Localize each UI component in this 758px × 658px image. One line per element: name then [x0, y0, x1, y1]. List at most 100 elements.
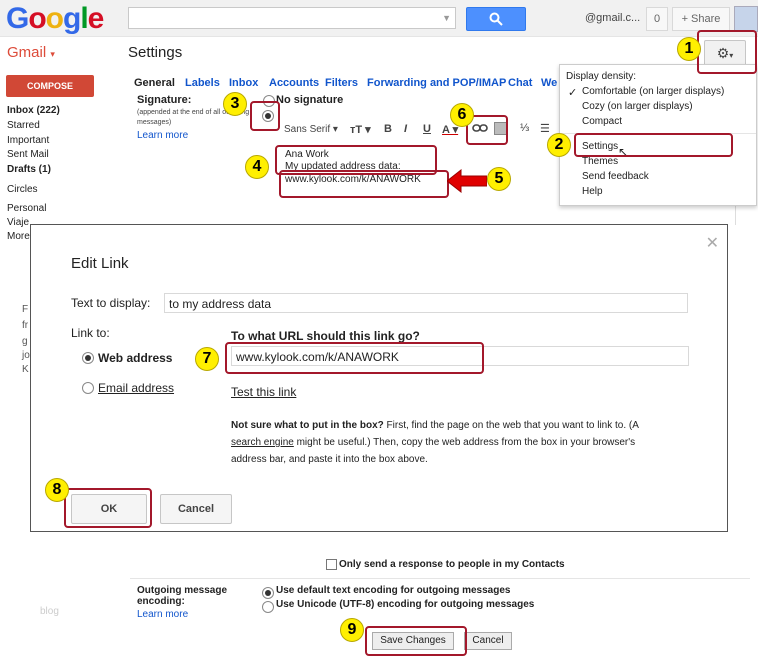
sidebar-item-drafts[interactable]: Drafts (1) [7, 164, 51, 175]
text-display-label: Text to display: [71, 296, 151, 310]
cancel-button[interactable]: Cancel [160, 494, 232, 524]
sidebar-item-important[interactable]: Important [7, 135, 49, 146]
tab-web-clips[interactable]: We [541, 77, 557, 89]
signature-label: Signature: [137, 94, 192, 106]
signature-learn-more[interactable]: Learn more [137, 130, 188, 141]
help-bold: Not sure what to put in the box? [231, 420, 384, 431]
callout-3: 3 [223, 92, 247, 116]
callout-6: 6 [450, 103, 474, 127]
encoding-label: Outgoing message encoding: [137, 585, 228, 607]
search-icon [489, 12, 503, 26]
check-icon: ✓ [568, 87, 578, 99]
test-link[interactable]: Test this link [231, 385, 296, 399]
callout-4: 4 [245, 155, 269, 179]
unicode-encoding-label: Use Unicode (UTF-8) encoding for outgoin… [276, 599, 535, 610]
encoding-learn-more[interactable]: Learn more [137, 609, 188, 620]
callout-8: 8 [45, 478, 69, 502]
highlight-url-input [225, 342, 484, 374]
font-name: Sans Serif [284, 124, 331, 135]
web-address-radio[interactable] [82, 352, 94, 364]
email-address-label[interactable]: Email address [98, 381, 174, 395]
highlight-ok [64, 488, 152, 528]
search-engine-link[interactable]: search engine [231, 437, 294, 448]
sidebar-faint-item[interactable]: jo [22, 350, 30, 361]
callout-7: 7 [195, 347, 219, 371]
account-name[interactable]: @gmail.c... [585, 12, 640, 24]
sidebar-faint-item[interactable]: F [22, 304, 28, 315]
help-part-1: First, find the page on the web that you… [383, 420, 639, 431]
edit-link-dialog: Edit Link ✕ Text to display: to my addre… [30, 224, 728, 532]
callout-5: 5 [487, 167, 511, 191]
sidebar-item-circles[interactable]: Circles [7, 184, 38, 195]
bulleted-list-icon[interactable]: ☰ [540, 122, 550, 135]
sidebar-blog: blog [40, 606, 59, 617]
unicode-encoding-radio[interactable] [262, 601, 274, 613]
help-part-3: address bar, and paste it into the box a… [231, 454, 428, 465]
highlight-settings [574, 133, 733, 157]
menu-compact[interactable]: Compact [582, 116, 622, 127]
url-question: To what URL should this link go? [231, 329, 420, 343]
compose-button[interactable]: COMPOSE [6, 75, 94, 97]
callout-9: 9 [340, 618, 364, 642]
callout-1: 1 [677, 37, 701, 61]
numbered-list-icon[interactable]: ⅓ [520, 122, 529, 134]
gmail-menu[interactable]: Gmail ▾ [7, 44, 55, 61]
tab-accounts[interactable]: Accounts [269, 77, 319, 89]
section-divider [130, 578, 750, 579]
sidebar-faint-item[interactable]: K [22, 364, 29, 375]
tab-general[interactable]: General [134, 77, 175, 89]
help-part-2: might be useful.) Then, copy the web add… [293, 437, 636, 448]
sidebar-item-inbox[interactable]: Inbox (222) [7, 105, 60, 116]
underline-button[interactable]: U [423, 123, 431, 135]
default-encoding-radio[interactable] [262, 587, 274, 599]
highlight-gear [697, 30, 757, 74]
sidebar-item-more[interactable]: More [7, 231, 30, 242]
tab-labels[interactable]: Labels [185, 77, 220, 89]
highlight-radio [250, 101, 280, 131]
avatar[interactable] [734, 6, 758, 32]
font-size-button[interactable]: тT ▾ [350, 123, 371, 136]
menu-help[interactable]: Help [582, 186, 603, 197]
tab-filters[interactable]: Filters [325, 77, 358, 89]
sidebar-item-sent[interactable]: Sent Mail [7, 149, 49, 160]
tab-inbox[interactable]: Inbox [229, 77, 258, 89]
menu-cozy[interactable]: Cozy (on larger displays) [582, 101, 693, 112]
dropdown-arrow-icon[interactable]: ▼ [442, 13, 451, 23]
menu-send-feedback[interactable]: Send feedback [582, 171, 649, 182]
notifications-count[interactable]: 0 [646, 7, 668, 31]
search-button[interactable] [466, 7, 526, 31]
default-encoding-label: Use default text encoding for outgoing m… [276, 585, 511, 596]
callout-2: 2 [547, 133, 571, 157]
menu-themes[interactable]: Themes [582, 156, 618, 167]
search-input[interactable]: ▼ [128, 7, 456, 29]
only-contacts-label: Only send a response to people in my Con… [339, 559, 565, 570]
email-address-radio[interactable] [82, 382, 94, 394]
sidebar-item-starred[interactable]: Starred [7, 120, 40, 131]
red-arrow-icon [447, 169, 487, 193]
close-icon[interactable]: ✕ [706, 233, 719, 253]
highlight-save [365, 626, 467, 656]
web-address-label[interactable]: Web address [98, 351, 172, 365]
italic-button[interactable]: I [404, 123, 407, 135]
google-logo[interactable]: Google [6, 2, 104, 36]
sidebar-item-personal[interactable]: Personal [7, 203, 46, 214]
no-signature-label: No signature [276, 94, 344, 106]
sidebar-faint-item[interactable]: fr [22, 320, 28, 331]
menu-comfortable[interactable]: Comfortable (on larger displays) [582, 86, 724, 97]
tab-forwarding[interactable]: Forwarding and POP/IMAP [367, 77, 506, 89]
share-button[interactable]: + Share [672, 7, 730, 31]
cancel-changes-button[interactable]: Cancel [464, 632, 512, 650]
tab-chat[interactable]: Chat [508, 77, 532, 89]
display-density-heading: Display density: [566, 71, 637, 82]
highlight-url [279, 170, 449, 198]
help-text: Not sure what to put in the box? First, … [231, 417, 701, 468]
text-display-input[interactable]: to my address data [164, 293, 688, 313]
font-select[interactable]: Sans Serif ▾ [284, 124, 338, 135]
only-contacts-checkbox[interactable] [326, 559, 337, 570]
caret-down-icon: ▾ [50, 49, 55, 59]
link-to-label: Link to: [71, 326, 110, 340]
sidebar-faint-item[interactable]: g [22, 336, 28, 347]
bold-button[interactable]: B [384, 123, 392, 135]
sidebar-item-viaje[interactable]: Viaje [7, 217, 29, 228]
dialog-title: Edit Link [71, 255, 129, 272]
